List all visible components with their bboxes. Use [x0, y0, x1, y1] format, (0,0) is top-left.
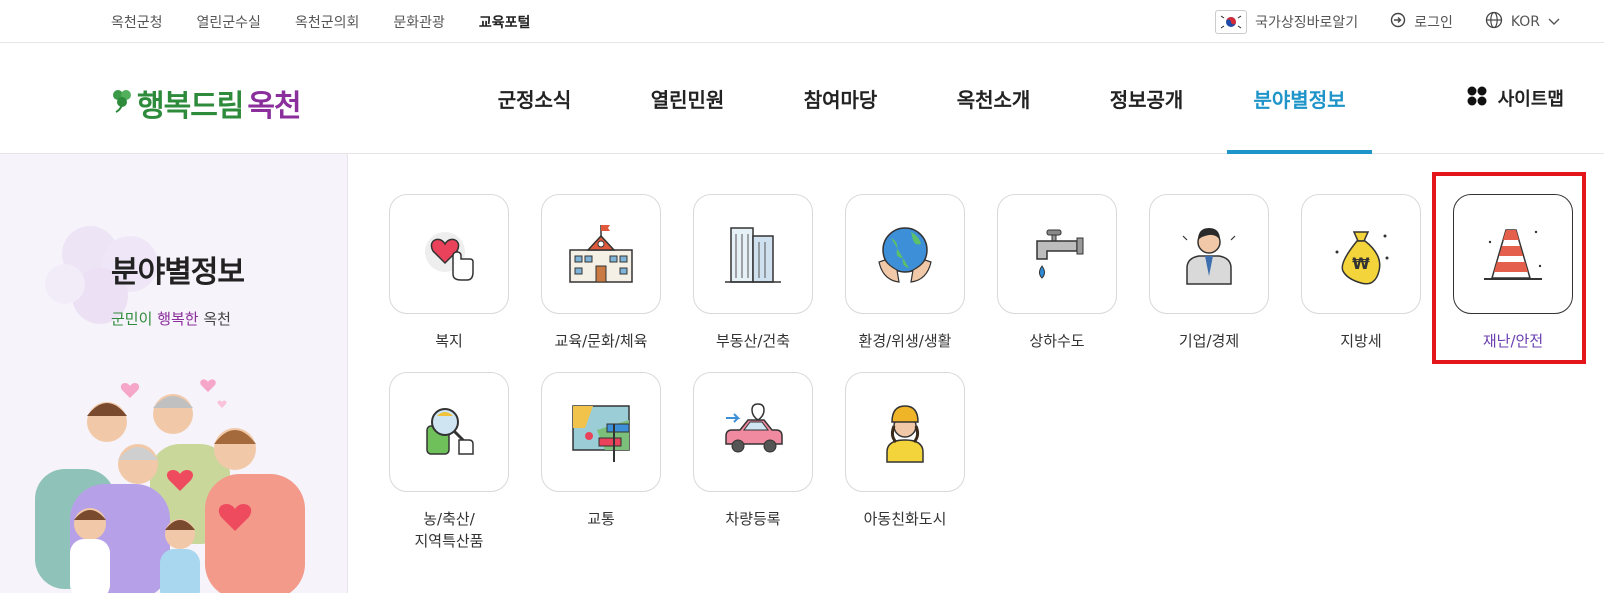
- businessman-icon: [1182, 228, 1236, 285]
- section-sidebar: 분야별정보 군민이 행복한 옥천: [0, 154, 348, 593]
- magnifier-produce-icon: [426, 408, 474, 455]
- subtitle-word-1: 군민이: [111, 310, 153, 328]
- nav-participation[interactable]: 참여마당: [764, 43, 917, 153]
- tile-icon-box: [693, 372, 813, 492]
- tile-vehicle-registration[interactable]: 차량등록: [693, 372, 813, 552]
- tile-icon-box: [389, 372, 509, 492]
- section-title: 분야별정보: [111, 255, 245, 290]
- subtitle-word-2: 행복한: [157, 310, 199, 328]
- tile-education-culture-sports[interactable]: 교육/문화/체육: [541, 194, 661, 352]
- language-select[interactable]: KOR: [1485, 11, 1560, 33]
- logo-text-purple: 옥천: [247, 89, 301, 124]
- sitemap-label: 사이트맵: [1497, 89, 1564, 110]
- taegukgi-flag-icon: [1215, 9, 1248, 34]
- buildings-icon: [725, 227, 781, 283]
- tile-label: 지방세: [1340, 332, 1382, 350]
- tile-label: 기업/경제: [1178, 332, 1240, 350]
- utility-right: 국가상징바로알기 로그인 KOR: [1215, 0, 1560, 43]
- link-okcheon-county[interactable]: 옥천군청: [111, 12, 163, 32]
- login-button[interactable]: 로그인: [1390, 12, 1453, 32]
- tile-business-economy[interactable]: 기업/경제: [1149, 194, 1269, 352]
- chevron-down-icon: [1548, 14, 1560, 30]
- tile-real-estate[interactable]: 부동산/건축: [693, 194, 813, 352]
- tile-icon-box: [389, 194, 509, 314]
- link-culture-tourism[interactable]: 문화관광: [393, 12, 445, 32]
- child-icon: [886, 405, 924, 463]
- utility-bar: 옥천군청 열린군수실 옥천군의회 문화관광 교육포털 국가상징바로알기 로그인 …: [0, 0, 1604, 43]
- tile-icon-box: [541, 194, 661, 314]
- nav-field-info[interactable]: 분야별정보: [1223, 43, 1376, 154]
- tile-icon-box: [845, 194, 965, 314]
- heart-hand-icon: [425, 232, 474, 281]
- tile-label: 차량등록: [725, 510, 781, 528]
- main-header: 행복드림 옥천 군정소식 열린민원 참여마당 옥천소개 정보공개 분야별정보 사…: [0, 43, 1604, 154]
- login-label: 로그인: [1414, 14, 1453, 31]
- tile-label: 상하수도: [1029, 332, 1085, 350]
- field-info-grid: 복지 교육/문화/체육 부동산/건축 환경/위생/생활 상하수도 기업/경제 ₩: [389, 194, 1573, 552]
- tile-agriculture-livestock[interactable]: 농/축산/ 지역특산품: [389, 372, 509, 552]
- main-navigation: 군정소식 열린민원 참여마당 옥천소개 정보공개 분야별정보: [458, 43, 1376, 154]
- nav-about-okcheon[interactable]: 옥천소개: [917, 43, 1070, 153]
- nav-county-news[interactable]: 군정소식: [458, 43, 611, 153]
- tile-icon-box: [693, 194, 813, 314]
- sitemap-button[interactable]: 사이트맵: [1466, 43, 1564, 153]
- tile-transportation[interactable]: 교통: [541, 372, 661, 552]
- tile-label: 교육/문화/체육: [554, 332, 648, 350]
- national-symbol-link[interactable]: 국가상징바로알기: [1215, 9, 1359, 34]
- nav-open-civil-service[interactable]: 열린민원: [611, 43, 764, 153]
- subtitle-word-3: 옥천: [203, 310, 231, 328]
- national-symbol-label: 국가상징바로알기: [1255, 14, 1359, 31]
- tile-icon-box: ₩: [1301, 194, 1421, 314]
- money-bag-icon: ₩: [1335, 231, 1389, 285]
- tile-icon-box: [541, 372, 661, 492]
- globe-icon: [1485, 11, 1503, 33]
- selection-highlight-box: [1432, 172, 1586, 364]
- school-icon: [569, 225, 633, 283]
- login-icon: [1390, 12, 1406, 32]
- section-subtitle: 군민이 행복한 옥천: [111, 308, 231, 329]
- clover-logo-icon: [111, 86, 133, 121]
- tile-child-friendly-city[interactable]: 아동친화도시: [845, 372, 965, 552]
- nav-info-disclosure[interactable]: 정보공개: [1070, 43, 1223, 153]
- tile-icon-box: [845, 372, 965, 492]
- tile-icon-box: [997, 194, 1117, 314]
- tile-label: 복지: [435, 332, 463, 350]
- language-label: KOR: [1510, 13, 1540, 30]
- tile-label: 교통: [587, 510, 615, 528]
- tile-water-sewage[interactable]: 상하수도: [997, 194, 1117, 352]
- svg-text:₩: ₩: [1352, 254, 1370, 273]
- tile-icon-box: [1149, 194, 1269, 314]
- link-county-council[interactable]: 옥천군의회: [295, 12, 359, 32]
- tile-label: 농/축산/ 지역특산품: [414, 510, 484, 550]
- site-logo[interactable]: 행복드림 옥천: [111, 81, 302, 125]
- logo-text-green: 행복드림: [137, 89, 244, 124]
- faucet-icon: [1036, 229, 1084, 279]
- link-education-portal[interactable]: 교육포털: [479, 12, 531, 32]
- tile-label: 환경/위생/생활: [858, 332, 952, 350]
- tile-label: 아동친화도시: [863, 510, 947, 528]
- map-signpost-icon: [572, 405, 630, 462]
- tile-welfare[interactable]: 복지: [389, 194, 509, 352]
- family-illustration-icon: [35, 379, 305, 593]
- family-site-links: 옥천군청 열린군수실 옥천군의회 문화관광 교육포털: [111, 0, 530, 43]
- earth-hands-icon: [878, 227, 932, 283]
- car-icon: [725, 403, 783, 453]
- link-mayor-office[interactable]: 열린군수실: [197, 12, 261, 32]
- grid-dots-icon: [1466, 85, 1488, 112]
- tile-local-tax[interactable]: ₩ 지방세: [1301, 194, 1421, 352]
- tile-label: 부동산/건축: [715, 332, 791, 350]
- tile-environment-hygiene[interactable]: 환경/위생/생활: [845, 194, 965, 352]
